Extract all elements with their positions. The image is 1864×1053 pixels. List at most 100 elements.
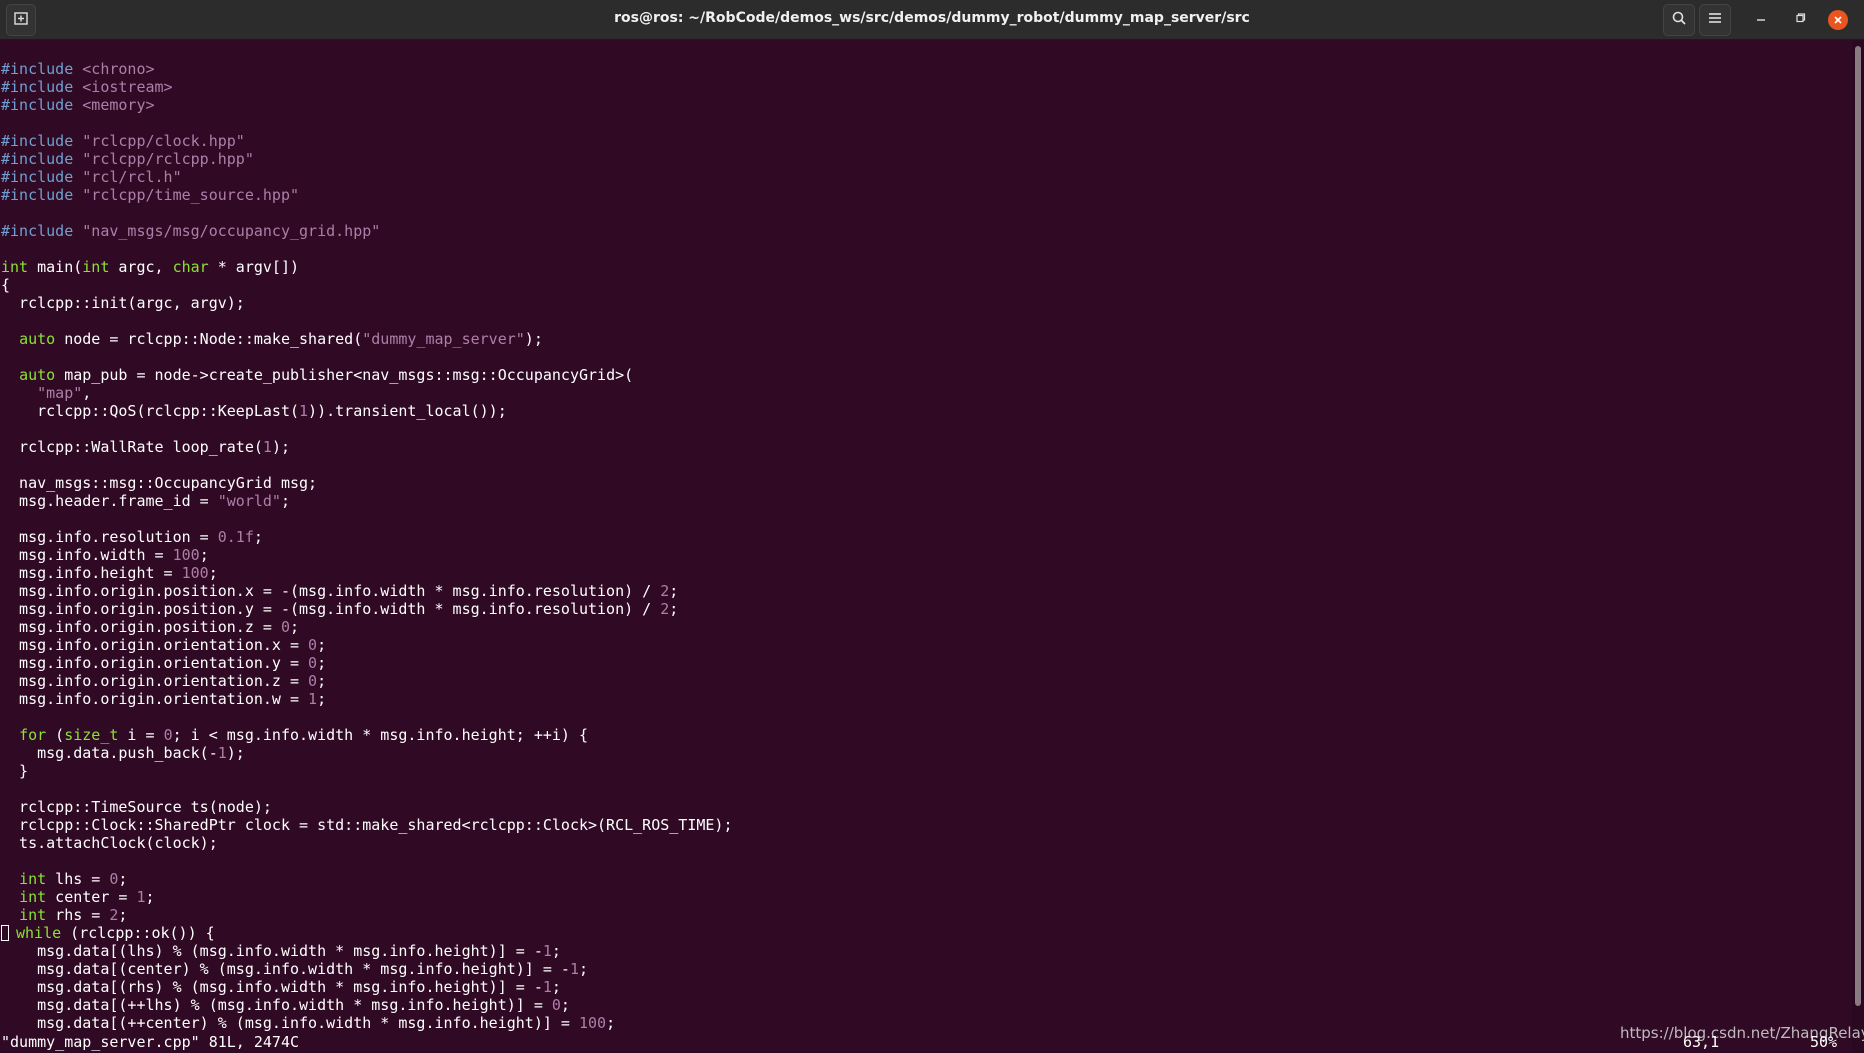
code-line: } (1, 762, 733, 780)
code-token: ; (290, 618, 300, 636)
code-token: for (19, 726, 47, 744)
code-line: msg.data[(++center) % (msg.info.width * … (1, 1014, 733, 1032)
code-line: rclcpp::init(argc, argv); (1, 294, 733, 312)
code-token: #include (1, 186, 74, 204)
code-token: <memory> (82, 96, 155, 114)
code-token: rclcpp::init(argc, argv); (1, 294, 245, 312)
code-token: while (16, 924, 62, 942)
code-line: #include "nav_msgs/msg/occupancy_grid.hp… (1, 222, 733, 240)
code-token: msg.data[(lhs) % (msg.info.width * msg.i… (1, 942, 543, 960)
code-token: 0 (280, 618, 290, 636)
minimize-button[interactable] (1745, 4, 1777, 36)
code-token: 100 (578, 1014, 607, 1032)
code-line: rclcpp::Clock::SharedPtr clock = std::ma… (1, 816, 732, 834)
code-token: 0.1f (217, 528, 254, 546)
code-token: ; (118, 870, 128, 888)
code-token: ); (524, 330, 543, 348)
code-token: } (1, 762, 29, 780)
maximize-icon (1795, 11, 1807, 29)
code-line: msg.data[(++lhs) % (msg.info.width * msg… (1, 996, 733, 1014)
code-line: int center = 1; (1, 888, 733, 906)
code-line: #include "rclcpp/time_source.hpp" (1, 186, 733, 204)
code-token: { (1, 276, 11, 294)
code-line: while (rclcpp::ok()) { (1, 924, 733, 942)
code-line: int rhs = 2; (1, 906, 733, 924)
code-token: , (82, 384, 92, 402)
code-line: { (1, 276, 733, 294)
code-token: center = (46, 888, 137, 906)
code-token: ; (551, 978, 561, 996)
code-token: "rclcpp/clock.hpp" (82, 132, 245, 150)
code-token: rclcpp::WallRate loop_rate( (1, 438, 263, 456)
code-token: ; (208, 564, 218, 582)
code-token: msg.data[(++lhs) % (msg.info.width * msg… (1, 996, 552, 1014)
code-line: int lhs = 0; (1, 870, 733, 888)
close-icon (1828, 10, 1848, 30)
code-token: * argv[]) (208, 258, 300, 276)
code-line: ts.attachClock(clock); (1, 834, 733, 852)
code-token: 1 (542, 942, 552, 960)
code-line: rclcpp::WallRate loop_rate(1); (1, 438, 733, 456)
code-token: "dummy_map_server" (362, 330, 525, 348)
code-editor[interactable]: #include <chrono> #include <iostream> #inc… (1, 60, 733, 1032)
code-token: (rclcpp::ok()) { (61, 924, 215, 942)
code-token: msg.info.origin.orientation.x = (1, 636, 309, 654)
code-line: msg.info.origin.orientation.z = 0; (1, 672, 733, 690)
minimize-icon (1755, 11, 1767, 29)
code-line: msg.info.width = 100; (1, 546, 733, 564)
scrollbar[interactable] (1852, 40, 1864, 1053)
code-line: #include <iostream> (1, 78, 733, 96)
code-token: msg.info.origin.position.y = -(msg.info.… (1, 600, 661, 618)
code-token: ; (118, 906, 128, 924)
scrollbar-thumb[interactable] (1855, 46, 1861, 1006)
code-token: main( (28, 258, 83, 276)
code-token: "nav_msgs/msg/occupancy_grid.hpp" (82, 222, 381, 240)
search-button[interactable] (1663, 4, 1695, 36)
code-line: #include "rclcpp/clock.hpp" (1, 132, 733, 150)
code-token: ); (271, 438, 290, 456)
terminal-view[interactable]: #include <chrono> #include <iostream> #inc… (0, 40, 1852, 1053)
code-token: 100 (172, 546, 200, 564)
code-token: ; (551, 942, 561, 960)
code-line: msg.data.push_back(-1); (1, 744, 733, 762)
code-line: for (size_t i = 0; i < msg.info.width * … (1, 726, 733, 744)
code-token: ; (145, 888, 155, 906)
window-title: ros@ros: ~/RobCode/demos_ws/src/demos/du… (614, 10, 1250, 26)
code-line: msg.info.origin.orientation.w = 1; (1, 690, 733, 708)
code-token: int (19, 870, 47, 888)
close-button[interactable] (1822, 4, 1854, 36)
status-cursor-position: 63,1 (1683, 1033, 1720, 1051)
code-token: ; (606, 1014, 616, 1032)
code-line: msg.info.height = 100; (1, 564, 733, 582)
code-line: msg.info.origin.position.z = 0; (1, 618, 733, 636)
code-token: 0 (551, 996, 561, 1014)
code-token: msg.header.frame_id = (1, 492, 218, 510)
code-token: 1 (299, 402, 309, 420)
code-line: auto node = rclcpp::Node::make_shared("d… (1, 330, 733, 348)
code-token: 0 (308, 636, 318, 654)
code-token: ts.attachClock(clock); (1, 834, 218, 852)
code-token: 1 (542, 978, 552, 996)
menu-button[interactable] (1699, 4, 1731, 36)
code-token: <iostream> (82, 78, 173, 96)
code-line: rclcpp::TimeSource ts(node); (1, 798, 733, 816)
code-token: "world" (217, 492, 281, 510)
code-line: #include <chrono> (1, 60, 733, 78)
code-token: msg.data[(center) % (msg.info.width * ms… (1, 960, 570, 978)
maximize-button[interactable] (1785, 4, 1817, 36)
code-line: msg.info.origin.orientation.x = 0; (1, 636, 733, 654)
code-token: i = (118, 726, 164, 744)
code-token: ; (199, 546, 209, 564)
code-token: ; (280, 492, 290, 510)
